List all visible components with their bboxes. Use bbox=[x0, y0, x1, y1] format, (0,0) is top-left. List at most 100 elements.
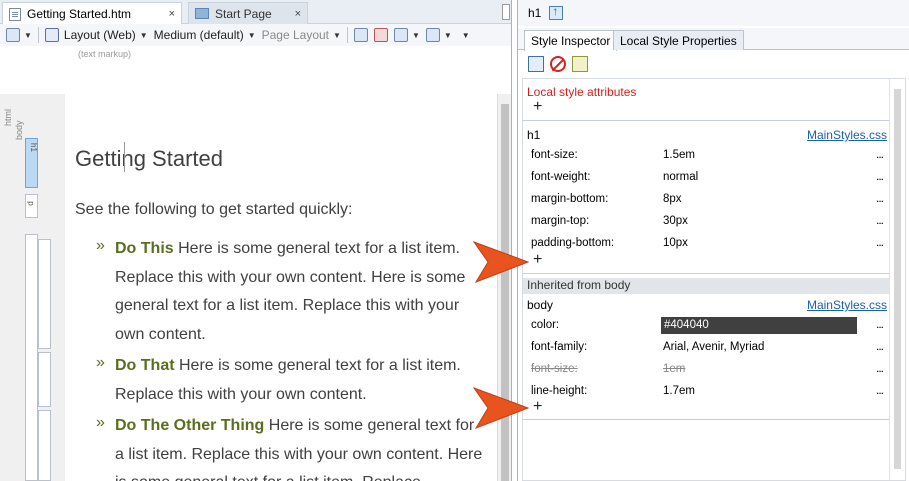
property-value[interactable]: 10px bbox=[663, 237, 688, 249]
property-value[interactable]: 1em bbox=[663, 363, 685, 375]
add-local-attribute-icon[interactable]: + bbox=[533, 98, 542, 116]
stylesheet-icon[interactable] bbox=[528, 56, 544, 72]
page-layout-label: Page Layout bbox=[261, 28, 330, 42]
list-item-lead: Do The Other Thing bbox=[115, 417, 265, 434]
scrollbar-thumb[interactable] bbox=[894, 89, 901, 469]
rule-selector: h1 bbox=[527, 128, 541, 142]
layout-label: Layout (Web) bbox=[63, 28, 136, 42]
preview-icon bbox=[353, 28, 368, 42]
list-item[interactable]: Do That Here is some general text for a … bbox=[115, 352, 485, 409]
property-row[interactable]: line-height: 1.7em ... bbox=[531, 381, 884, 403]
document-intro[interactable]: See the following to get started quickly… bbox=[75, 201, 353, 219]
tab-style-inspector[interactable]: Style Inspector bbox=[524, 30, 618, 51]
inspector-content: Local style attributes + h1 MainStyles.c… bbox=[522, 78, 906, 481]
property-row[interactable]: font-weight: normal ... bbox=[531, 167, 884, 189]
layout-dropdown[interactable]: Layout (Web) ▼ bbox=[44, 28, 148, 42]
document-tab-bar: Getting Started.htm × Start Page × bbox=[0, 0, 511, 25]
list-item[interactable]: Do This Here is some general text for a … bbox=[115, 235, 485, 349]
chevron-down-icon: ▼ bbox=[247, 30, 256, 40]
add-property-icon[interactable]: + bbox=[533, 251, 542, 269]
style-inspector-pane: h1 Style Inspector Local Style Propertie… bbox=[517, 0, 909, 481]
toolbar-divider bbox=[346, 27, 348, 43]
select-parent-icon[interactable] bbox=[549, 4, 564, 20]
callout-arrow-icon bbox=[472, 240, 530, 283]
inspector-toolbar bbox=[528, 56, 588, 72]
bullet-icon: » bbox=[96, 354, 105, 371]
zoom-icon bbox=[6, 28, 20, 42]
more-button[interactable]: ... bbox=[876, 339, 884, 353]
editor-toolbar: ▼ Layout (Web) ▼ Medium (default) ▼ Page L… bbox=[0, 24, 511, 46]
divider bbox=[523, 419, 889, 420]
bullet-icon: » bbox=[96, 414, 105, 431]
structure-bar-h1[interactable]: h1 bbox=[25, 138, 38, 188]
more-button[interactable]: ... bbox=[876, 235, 884, 249]
more-button[interactable]: ... bbox=[876, 213, 884, 227]
add-property-icon[interactable]: + bbox=[533, 398, 542, 416]
property-value[interactable]: 1.5em bbox=[663, 149, 695, 161]
property-name: font-size: bbox=[531, 149, 578, 161]
more-button[interactable]: ... bbox=[876, 317, 884, 331]
stylesheet-link[interactable]: MainStyles.css bbox=[807, 128, 887, 142]
tab-getting-started[interactable]: Getting Started.htm × bbox=[2, 2, 182, 25]
property-value[interactable]: 1.7em bbox=[663, 385, 695, 397]
property-row[interactable]: font-family: Arial, Avenir, Myriad ... bbox=[531, 337, 884, 359]
medium-label: Medium (default) bbox=[153, 28, 244, 42]
page-layout-dropdown[interactable]: Page Layout ▼ bbox=[262, 28, 341, 42]
property-value[interactable]: 30px bbox=[663, 215, 688, 227]
property-name: line-height: bbox=[531, 385, 588, 397]
stylesheet-link[interactable]: MainStyles.css bbox=[807, 298, 887, 312]
structure-bar-ul[interactable] bbox=[25, 234, 38, 481]
property-name: color: bbox=[531, 319, 560, 331]
property-row[interactable]: font-size: 1.5em ... bbox=[531, 145, 884, 167]
tools-icon bbox=[425, 28, 440, 42]
more-button[interactable]: ... bbox=[876, 169, 884, 183]
divider bbox=[523, 120, 889, 121]
property-row-overridden[interactable]: font-size: 1em ... bbox=[531, 359, 884, 381]
property-value[interactable]: normal bbox=[663, 171, 698, 183]
structure-bars: html body h1 p bbox=[0, 94, 65, 481]
apply-style-icon[interactable] bbox=[572, 56, 588, 72]
color-value[interactable]: #404040 bbox=[661, 317, 857, 334]
property-row[interactable]: margin-bottom: 8px ... bbox=[531, 189, 884, 211]
selected-element-label: h1 bbox=[528, 6, 542, 20]
tab-label: Start Page bbox=[215, 6, 272, 21]
document-icon bbox=[9, 7, 21, 21]
property-value[interactable]: 8px bbox=[663, 193, 682, 205]
tab-start-page[interactable]: Start Page × bbox=[188, 2, 308, 24]
structure-bar-p[interactable]: p bbox=[25, 194, 38, 218]
tab-local-style-properties[interactable]: Local Style Properties bbox=[613, 30, 744, 50]
preview-button[interactable] bbox=[353, 28, 368, 42]
close-icon[interactable]: × bbox=[169, 8, 175, 20]
medium-dropdown[interactable]: Medium (default) ▼ bbox=[154, 28, 256, 42]
structure-bar-li[interactable] bbox=[38, 410, 51, 481]
clear-styles-icon[interactable] bbox=[550, 56, 566, 72]
more-button[interactable]: ... bbox=[876, 361, 884, 375]
toolbar-overflow[interactable]: ▼ bbox=[458, 31, 470, 40]
property-row[interactable]: margin-top: 30px ... bbox=[531, 211, 884, 233]
structure-label-html: html bbox=[3, 108, 13, 126]
close-icon[interactable]: × bbox=[295, 8, 301, 20]
list-item[interactable]: Do The Other Thing Here is some general … bbox=[115, 412, 485, 481]
conditions-button[interactable] bbox=[373, 28, 388, 42]
tab-scroll-button[interactable] bbox=[502, 4, 510, 20]
property-value[interactable]: Arial, Avenir, Myriad bbox=[663, 341, 764, 353]
tools-button[interactable]: ▼ bbox=[425, 28, 452, 42]
document-canvas[interactable]: Getting Started See the following to get… bbox=[65, 94, 497, 481]
property-name: font-family: bbox=[531, 341, 588, 353]
start-page-icon bbox=[195, 8, 209, 19]
image-button[interactable]: ▼ bbox=[393, 28, 420, 42]
more-button[interactable]: ... bbox=[876, 147, 884, 161]
property-row[interactable]: color: #404040 ... bbox=[531, 315, 884, 337]
zoom-button[interactable]: ▼ bbox=[6, 28, 32, 42]
document-heading[interactable]: Getting Started bbox=[75, 146, 223, 172]
inspector-scrollbar[interactable] bbox=[889, 79, 905, 480]
divider bbox=[523, 273, 889, 274]
property-row[interactable]: padding-bottom: 10px ... bbox=[531, 233, 884, 255]
more-button[interactable]: ... bbox=[876, 191, 884, 205]
more-button[interactable]: ... bbox=[876, 383, 884, 397]
text-cursor bbox=[124, 142, 129, 172]
list-item-lead: Do That bbox=[115, 357, 175, 374]
structure-bar-li[interactable] bbox=[38, 239, 51, 349]
structure-bar-li[interactable] bbox=[38, 352, 51, 407]
inherited-header: Inherited from body bbox=[523, 278, 889, 294]
